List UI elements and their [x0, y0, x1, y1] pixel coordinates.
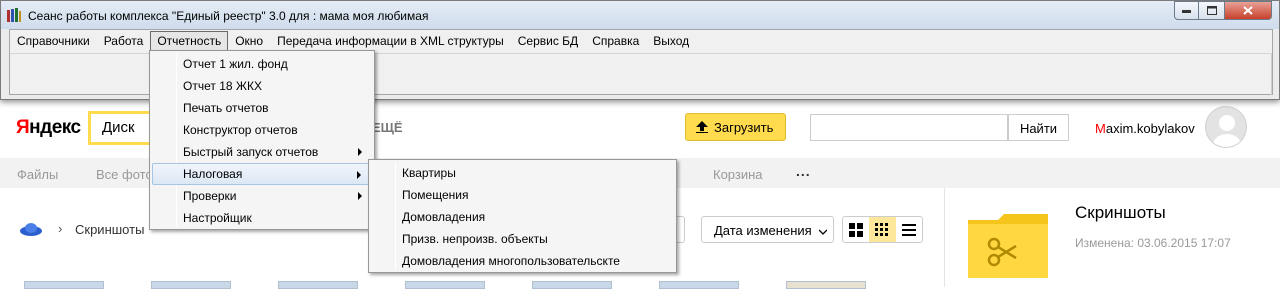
maximize-icon	[1206, 6, 1217, 15]
menu-item-households-multiuser[interactable]: Домовладения многопользовательскте	[371, 250, 674, 272]
file-thumbnail[interactable]	[151, 281, 231, 289]
sort-dropdown[interactable]: Дата изменения	[701, 216, 834, 243]
search-button[interactable]: Найти	[1008, 114, 1069, 141]
file-thumbnail[interactable]	[786, 281, 866, 289]
panel-divider	[944, 188, 945, 287]
search-input[interactable]	[810, 114, 1008, 141]
submenu-arrow-icon	[358, 192, 362, 200]
menu-otchetnost[interactable]: Отчетность	[150, 31, 229, 51]
minimize-icon	[1182, 9, 1191, 13]
title-bar[interactable]: Сеанс работы комплекса "Единый реестр" 3…	[1, 1, 1279, 29]
menu-servis-bd[interactable]: Сервис БД	[511, 31, 585, 51]
menu-item-print-reports[interactable]: Печать отчетов	[152, 97, 372, 119]
menu-spravka[interactable]: Справка	[585, 31, 646, 51]
file-thumbnail[interactable]	[532, 281, 612, 289]
file-thumbnail[interactable]	[278, 281, 358, 289]
menu-spravochniki[interactable]: Справочники	[10, 31, 97, 51]
view-switcher	[842, 216, 923, 243]
view-small-tiles-button[interactable]	[869, 217, 896, 242]
menu-item-configurator[interactable]: Настройщик	[152, 207, 372, 229]
window-title: Сеанс работы комплекса "Единый реестр" 3…	[28, 9, 429, 23]
tab-files[interactable]: Файлы	[17, 167, 58, 182]
app-icon	[7, 8, 21, 22]
avatar[interactable]	[1205, 106, 1247, 148]
file-thumbnail[interactable]	[659, 281, 739, 289]
menu-item-quick-launch[interactable]: Быстрый запуск отчетов	[152, 141, 372, 163]
menu-item-report-housing[interactable]: Отчет 1 жил. фонд	[152, 53, 372, 75]
small-tiles-icon	[875, 222, 889, 236]
menu-item-tax[interactable]: Налоговая	[152, 163, 372, 185]
close-button[interactable]	[1225, 1, 1272, 20]
upload-label: Загрузить	[714, 119, 774, 135]
more-services-link[interactable]: ЕЩЁ	[372, 120, 403, 135]
tax-submenu: Квартиры Помещения Домовладения Призв. н…	[368, 159, 677, 273]
tabs-more-button[interactable]: ...	[796, 163, 811, 179]
tab-all-photos[interactable]: Все фото	[96, 167, 153, 182]
large-tiles-icon	[849, 222, 864, 237]
chevron-down-icon	[818, 229, 828, 235]
menu-item-households[interactable]: Домовладения	[371, 206, 674, 228]
upload-button[interactable]: Загрузить	[685, 113, 786, 141]
scrollbar[interactable]	[1271, 54, 1272, 95]
upload-icon	[696, 121, 708, 133]
minimize-button[interactable]	[1174, 1, 1199, 20]
list-icon	[901, 223, 916, 236]
view-list-button[interactable]	[896, 217, 922, 242]
folder-title: Скриншоты	[1075, 203, 1166, 222]
menu-okno[interactable]: Окно	[228, 31, 270, 51]
menubar: Справочники Работа Отчетность Окно Перед…	[10, 31, 696, 52]
menu-xml[interactable]: Передача информации в XML структуры	[270, 31, 511, 51]
service-name[interactable]: Диск	[88, 111, 152, 145]
user-name[interactable]: Maxim.kobylakov	[1095, 121, 1195, 136]
file-thumbnail[interactable]	[24, 281, 104, 289]
close-icon	[1243, 6, 1253, 15]
menu-item-premises[interactable]: Помещения	[371, 184, 674, 206]
tab-trash[interactable]: Корзина	[713, 167, 763, 182]
submenu-arrow-icon	[357, 171, 361, 179]
submenu-arrow-icon	[358, 148, 362, 156]
disk-icon[interactable]	[20, 222, 42, 236]
menu-vyhod[interactable]: Выход	[646, 31, 696, 51]
reports-menu: Отчет 1 жил. фонд Отчет 18 ЖКХ Печать от…	[149, 50, 375, 230]
breadcrumb-separator: ›	[58, 221, 63, 236]
folder-modified: Изменена: 03.06.2015 17:07	[1075, 236, 1231, 250]
view-large-tiles-button[interactable]	[843, 217, 869, 242]
menu-item-checks[interactable]: Проверки	[152, 185, 372, 207]
menu-item-report-18[interactable]: Отчет 18 ЖКХ	[152, 75, 372, 97]
user-icon	[1213, 115, 1241, 147]
breadcrumb-current: Скриншоты	[75, 222, 145, 237]
menu-item-apartments[interactable]: Квартиры	[371, 162, 674, 184]
maximize-button[interactable]	[1199, 1, 1225, 20]
file-thumbnail[interactable]	[405, 281, 485, 289]
yandex-logo[interactable]: Яндекс	[16, 117, 81, 139]
menu-item-objects[interactable]: Призв. непроизв. объекты	[371, 228, 674, 250]
folder-screenshots-icon	[968, 214, 1048, 278]
menu-rabota[interactable]: Работа	[97, 31, 151, 51]
sort-label: Дата изменения	[714, 223, 812, 238]
menu-item-report-designer[interactable]: Конструктор отчетов	[152, 119, 372, 141]
